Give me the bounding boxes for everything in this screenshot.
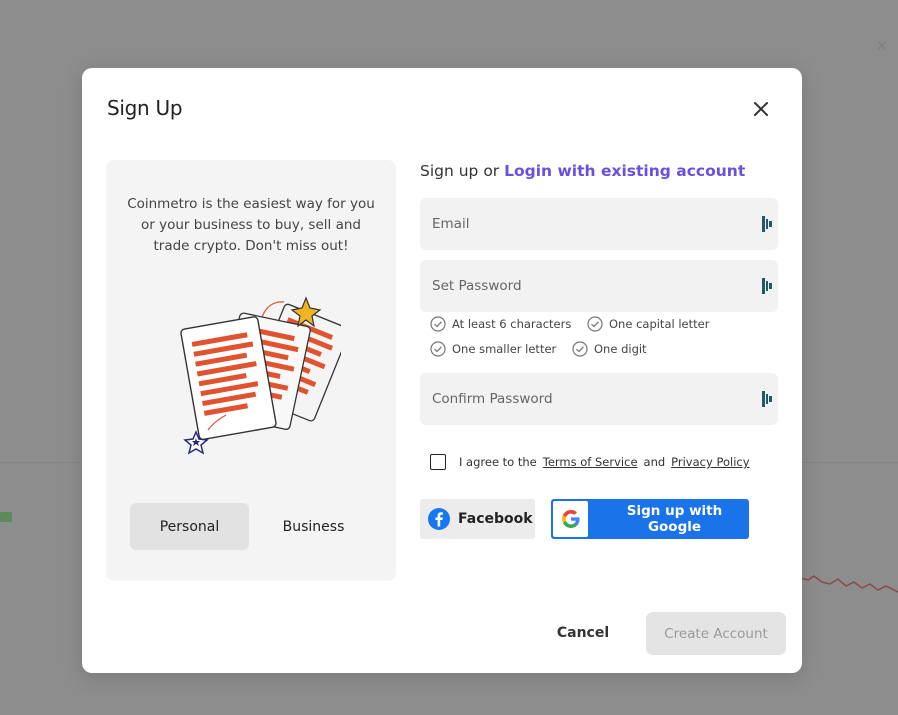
- google-icon: [561, 510, 580, 528]
- privacy-policy-link[interactable]: Privacy Policy: [671, 455, 749, 469]
- personal-account-toggle[interactable]: Personal: [130, 503, 249, 550]
- email-field-container: [420, 198, 778, 250]
- create-account-button[interactable]: Create Account: [646, 612, 786, 655]
- facebook-signup-button[interactable]: Facebook: [420, 499, 535, 539]
- sign-up-modal: Sign Up Coinmetro is the easiest way for…: [82, 68, 802, 673]
- signup-intro-text: Sign up or: [420, 162, 500, 180]
- password-rule-label: One capital letter: [609, 317, 710, 331]
- modal-title: Sign Up: [107, 96, 183, 120]
- facebook-icon: [428, 508, 450, 530]
- signup-intro: Sign up or Login with existing account: [420, 162, 745, 180]
- password-rule: One digit: [572, 341, 647, 357]
- password-rule-label: One smaller letter: [452, 342, 557, 356]
- account-type-panel: Coinmetro is the easiest way for you or …: [106, 160, 396, 581]
- confirm-password-field-container: [420, 373, 778, 425]
- password-rule-label: At least 6 characters: [452, 317, 572, 331]
- tagline: Coinmetro is the easiest way for you or …: [127, 196, 375, 254]
- terms-of-service-link[interactable]: Terms of Service: [543, 455, 638, 469]
- confirm-password-field[interactable]: [420, 373, 752, 425]
- agree-prefix: I agree to the: [459, 455, 537, 469]
- google-signup-button[interactable]: Sign up with Google: [551, 499, 749, 539]
- password-rule-label: One digit: [594, 342, 647, 356]
- check-circle-icon: [572, 341, 588, 357]
- password-manager-icon[interactable]: [762, 278, 772, 294]
- email-field[interactable]: [420, 198, 752, 250]
- set-password-field[interactable]: [420, 260, 752, 312]
- terms-agreement: I agree to the Terms of Service and Priv…: [430, 454, 750, 470]
- password-rule: At least 6 characters: [430, 316, 571, 332]
- cancel-button[interactable]: Cancel: [546, 612, 620, 654]
- agree-and: and: [643, 455, 666, 469]
- background-close-icon: ×: [876, 38, 888, 54]
- login-existing-account-link[interactable]: Login with existing account: [504, 162, 745, 180]
- facebook-label: Facebook: [458, 511, 533, 527]
- password-manager-icon[interactable]: [762, 391, 772, 407]
- terms-checkbox[interactable]: [430, 454, 446, 470]
- close-icon: [754, 102, 768, 116]
- business-account-toggle[interactable]: Business: [254, 503, 373, 550]
- google-icon-box: [553, 501, 588, 537]
- background-sparkline: [800, 575, 898, 593]
- check-circle-icon: [430, 341, 446, 357]
- check-circle-icon: [430, 316, 446, 332]
- google-label: Sign up with Google: [626, 503, 723, 535]
- close-button[interactable]: [748, 96, 774, 122]
- password-rule: One capital letter: [587, 316, 709, 332]
- password-field-container: [420, 260, 778, 312]
- documents-illustration-icon: [180, 296, 341, 455]
- password-rule: One smaller letter: [430, 341, 556, 357]
- password-manager-icon[interactable]: [762, 216, 772, 232]
- check-circle-icon: [587, 316, 603, 332]
- background-status-mark: [0, 512, 12, 522]
